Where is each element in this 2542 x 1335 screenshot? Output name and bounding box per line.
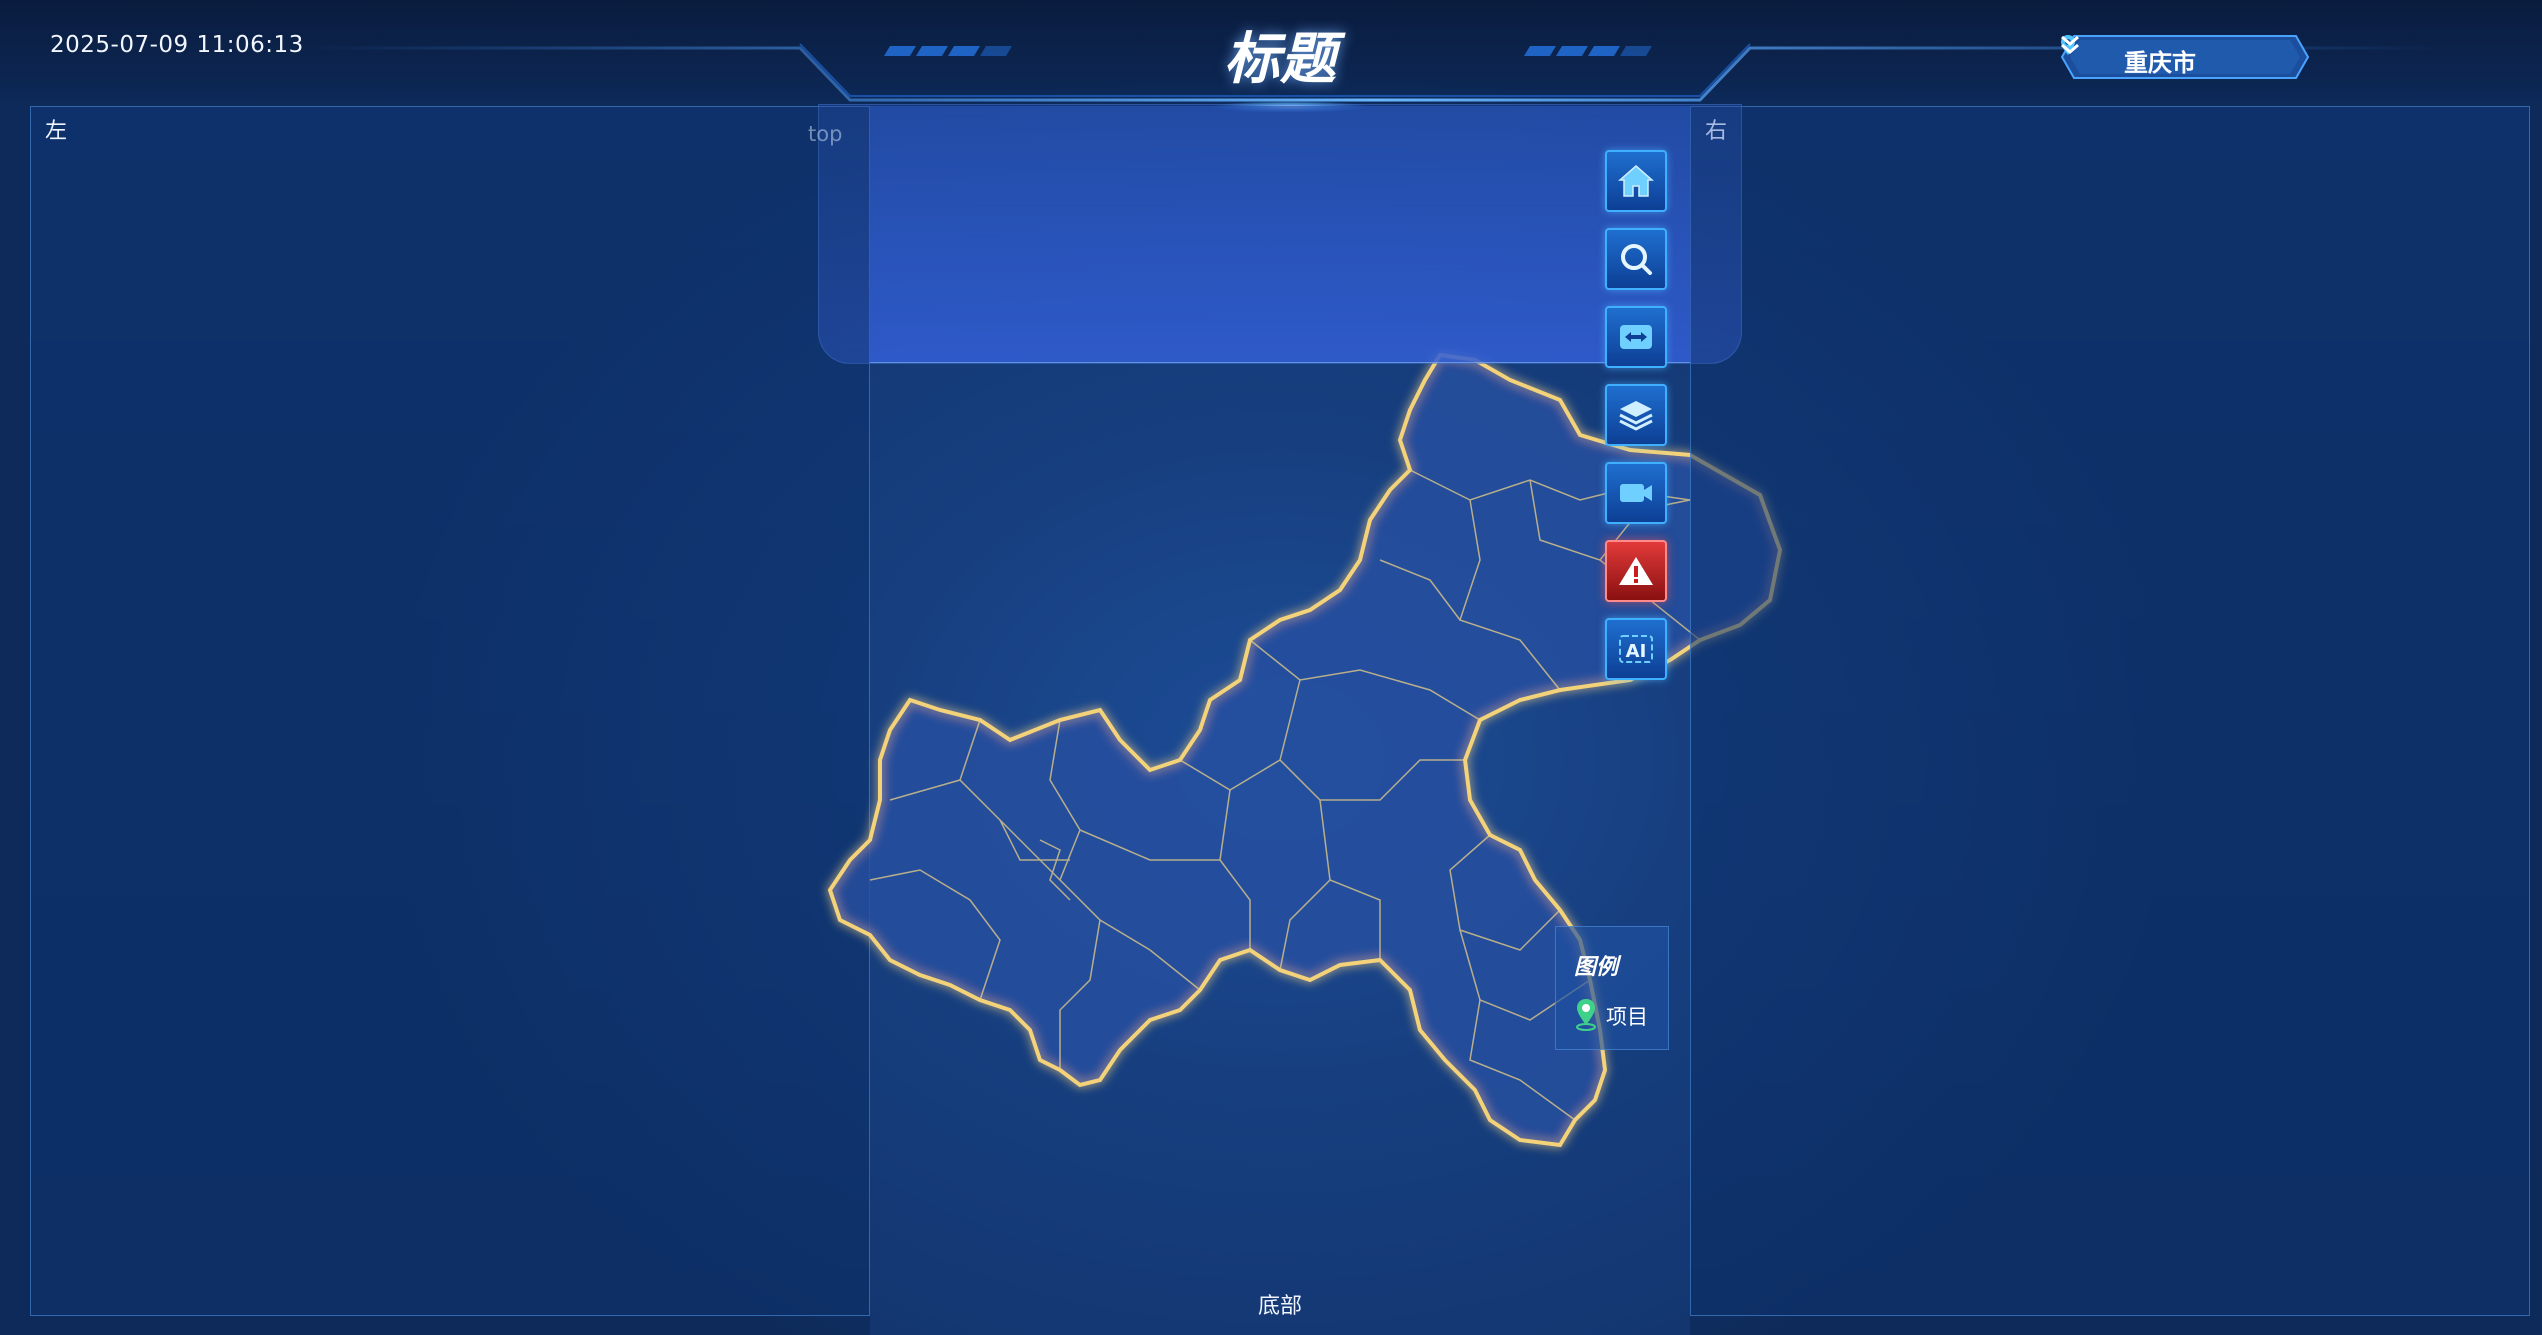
home-button[interactable] — [1605, 150, 1667, 212]
map-marker-icon — [1576, 999, 1596, 1031]
video-camera-icon — [1620, 484, 1652, 502]
compare-button[interactable] — [1605, 306, 1667, 368]
legend-item-label: 项目 — [1606, 1005, 1648, 1029]
search-icon — [1621, 244, 1652, 275]
ai-button[interactable]: AI — [1605, 618, 1667, 680]
ai-icon-label: AI — [1626, 641, 1647, 662]
video-button[interactable] — [1605, 462, 1667, 524]
warning-icon — [1619, 557, 1653, 585]
alert-button[interactable] — [1605, 540, 1667, 602]
ai-icon: AI — [1619, 635, 1653, 663]
search-button[interactable] — [1605, 228, 1667, 290]
legend-title: 图例 — [1574, 955, 1619, 980]
layers-icon — [1619, 401, 1653, 431]
bottom-area-label: 底部 — [1258, 1294, 1303, 1319]
map-legend: 图例 项目 — [1555, 926, 1669, 1050]
right-panel: 右 — [1690, 106, 2530, 1316]
top-area-label: top — [808, 122, 843, 146]
layers-button[interactable] — [1605, 384, 1667, 446]
home-icon — [1618, 165, 1654, 197]
top-area — [870, 106, 1690, 363]
split-compare-icon — [1620, 325, 1652, 349]
